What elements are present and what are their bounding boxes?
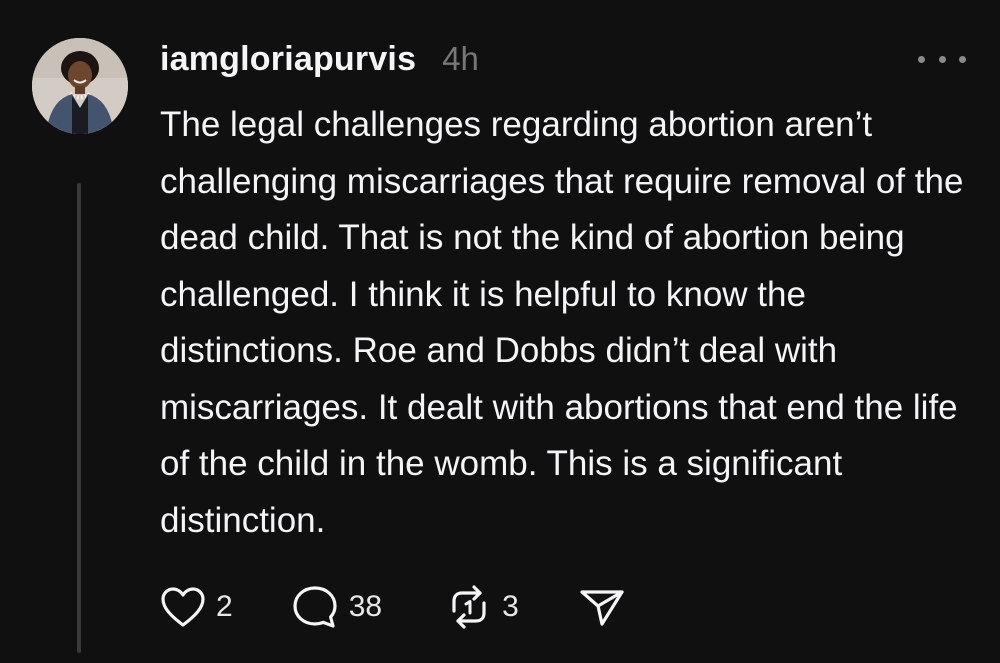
more-options-button[interactable]: [918, 44, 966, 74]
avatar[interactable]: [32, 38, 128, 134]
timestamp[interactable]: 4h: [442, 40, 479, 78]
heart-icon: [161, 587, 205, 627]
username[interactable]: iamgloriapurvis: [160, 40, 416, 79]
post-header: iamgloriapurvis 4h: [160, 34, 479, 84]
share-button[interactable]: [579, 587, 625, 627]
like-button[interactable]: 2: [160, 586, 233, 628]
post-actions: 2 38 3: [160, 582, 625, 632]
thread-post: iamgloriapurvis 4h The legal challenges …: [0, 0, 1000, 663]
reply-count: 38: [348, 590, 383, 623]
ellipsis-icon-dot: [918, 55, 925, 63]
reply-button[interactable]: 38: [291, 584, 382, 630]
speech-bubble-icon: [293, 586, 337, 628]
ellipsis-icon-dot: [959, 55, 966, 63]
repost-button[interactable]: 3: [446, 585, 519, 629]
repost-arrows-icon: [452, 585, 486, 629]
profile-photo-icon: [32, 38, 128, 134]
like-count: 2: [216, 590, 233, 623]
thread-line: [77, 183, 81, 653]
paper-plane-icon: [580, 590, 624, 626]
post-text: The legal challenges regarding abortion …: [160, 105, 964, 540]
repost-count: 3: [502, 590, 519, 623]
ellipsis-icon-dot: [938, 55, 946, 63]
